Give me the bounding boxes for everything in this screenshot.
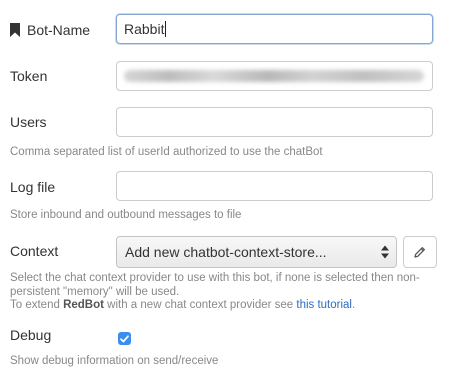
token-input[interactable] xyxy=(116,61,433,91)
context-help-suffix: . xyxy=(351,299,356,311)
pencil-icon xyxy=(414,247,425,258)
users-help: Comma separated list of userId authorize… xyxy=(10,146,323,158)
log-file-input[interactable] xyxy=(116,171,433,201)
bot-name-value: Rabbit xyxy=(124,21,165,37)
context-edit-button[interactable] xyxy=(403,236,437,268)
bookmark-icon xyxy=(10,23,20,37)
redbot-brand: RedBot xyxy=(63,299,104,311)
context-help-line1: Select the chat context provider to use … xyxy=(10,272,420,284)
context-help-line3: To extend RedBot with a new chat context… xyxy=(10,299,446,313)
tutorial-link[interactable]: this tutorial xyxy=(296,299,352,311)
log-file-label: Log file xyxy=(10,179,56,195)
text-caret xyxy=(165,21,167,37)
debug-label: Debug xyxy=(10,327,52,343)
users-input[interactable] xyxy=(116,107,433,137)
log-file-help: Store inbound and outbound messages to f… xyxy=(10,209,242,221)
context-help-line2: persistent "memory" will be used. xyxy=(10,285,180,298)
debug-checkbox[interactable] xyxy=(118,332,131,345)
bot-name-label-text: Bot-Name xyxy=(27,22,91,38)
context-select[interactable]: Add new chatbot-context-store... xyxy=(116,236,397,268)
context-help: Select the chat context provider to use … xyxy=(10,272,446,313)
context-help-middle: with a new chat context provider see xyxy=(103,299,297,311)
users-label: Users xyxy=(10,114,47,130)
checkmark-icon xyxy=(120,334,129,342)
token-label: Token xyxy=(10,68,48,84)
chevron-updown-icon xyxy=(381,245,389,259)
context-select-value: Add new chatbot-context-store... xyxy=(125,244,327,260)
token-redacted-value xyxy=(124,70,424,82)
context-label: Context xyxy=(10,243,59,259)
context-help-prefix: To extend xyxy=(10,299,64,311)
bot-name-label: Bot-Name xyxy=(10,13,90,47)
bot-name-input[interactable]: Rabbit xyxy=(116,14,433,44)
debug-help: Show debug information on send/receive xyxy=(10,355,219,367)
